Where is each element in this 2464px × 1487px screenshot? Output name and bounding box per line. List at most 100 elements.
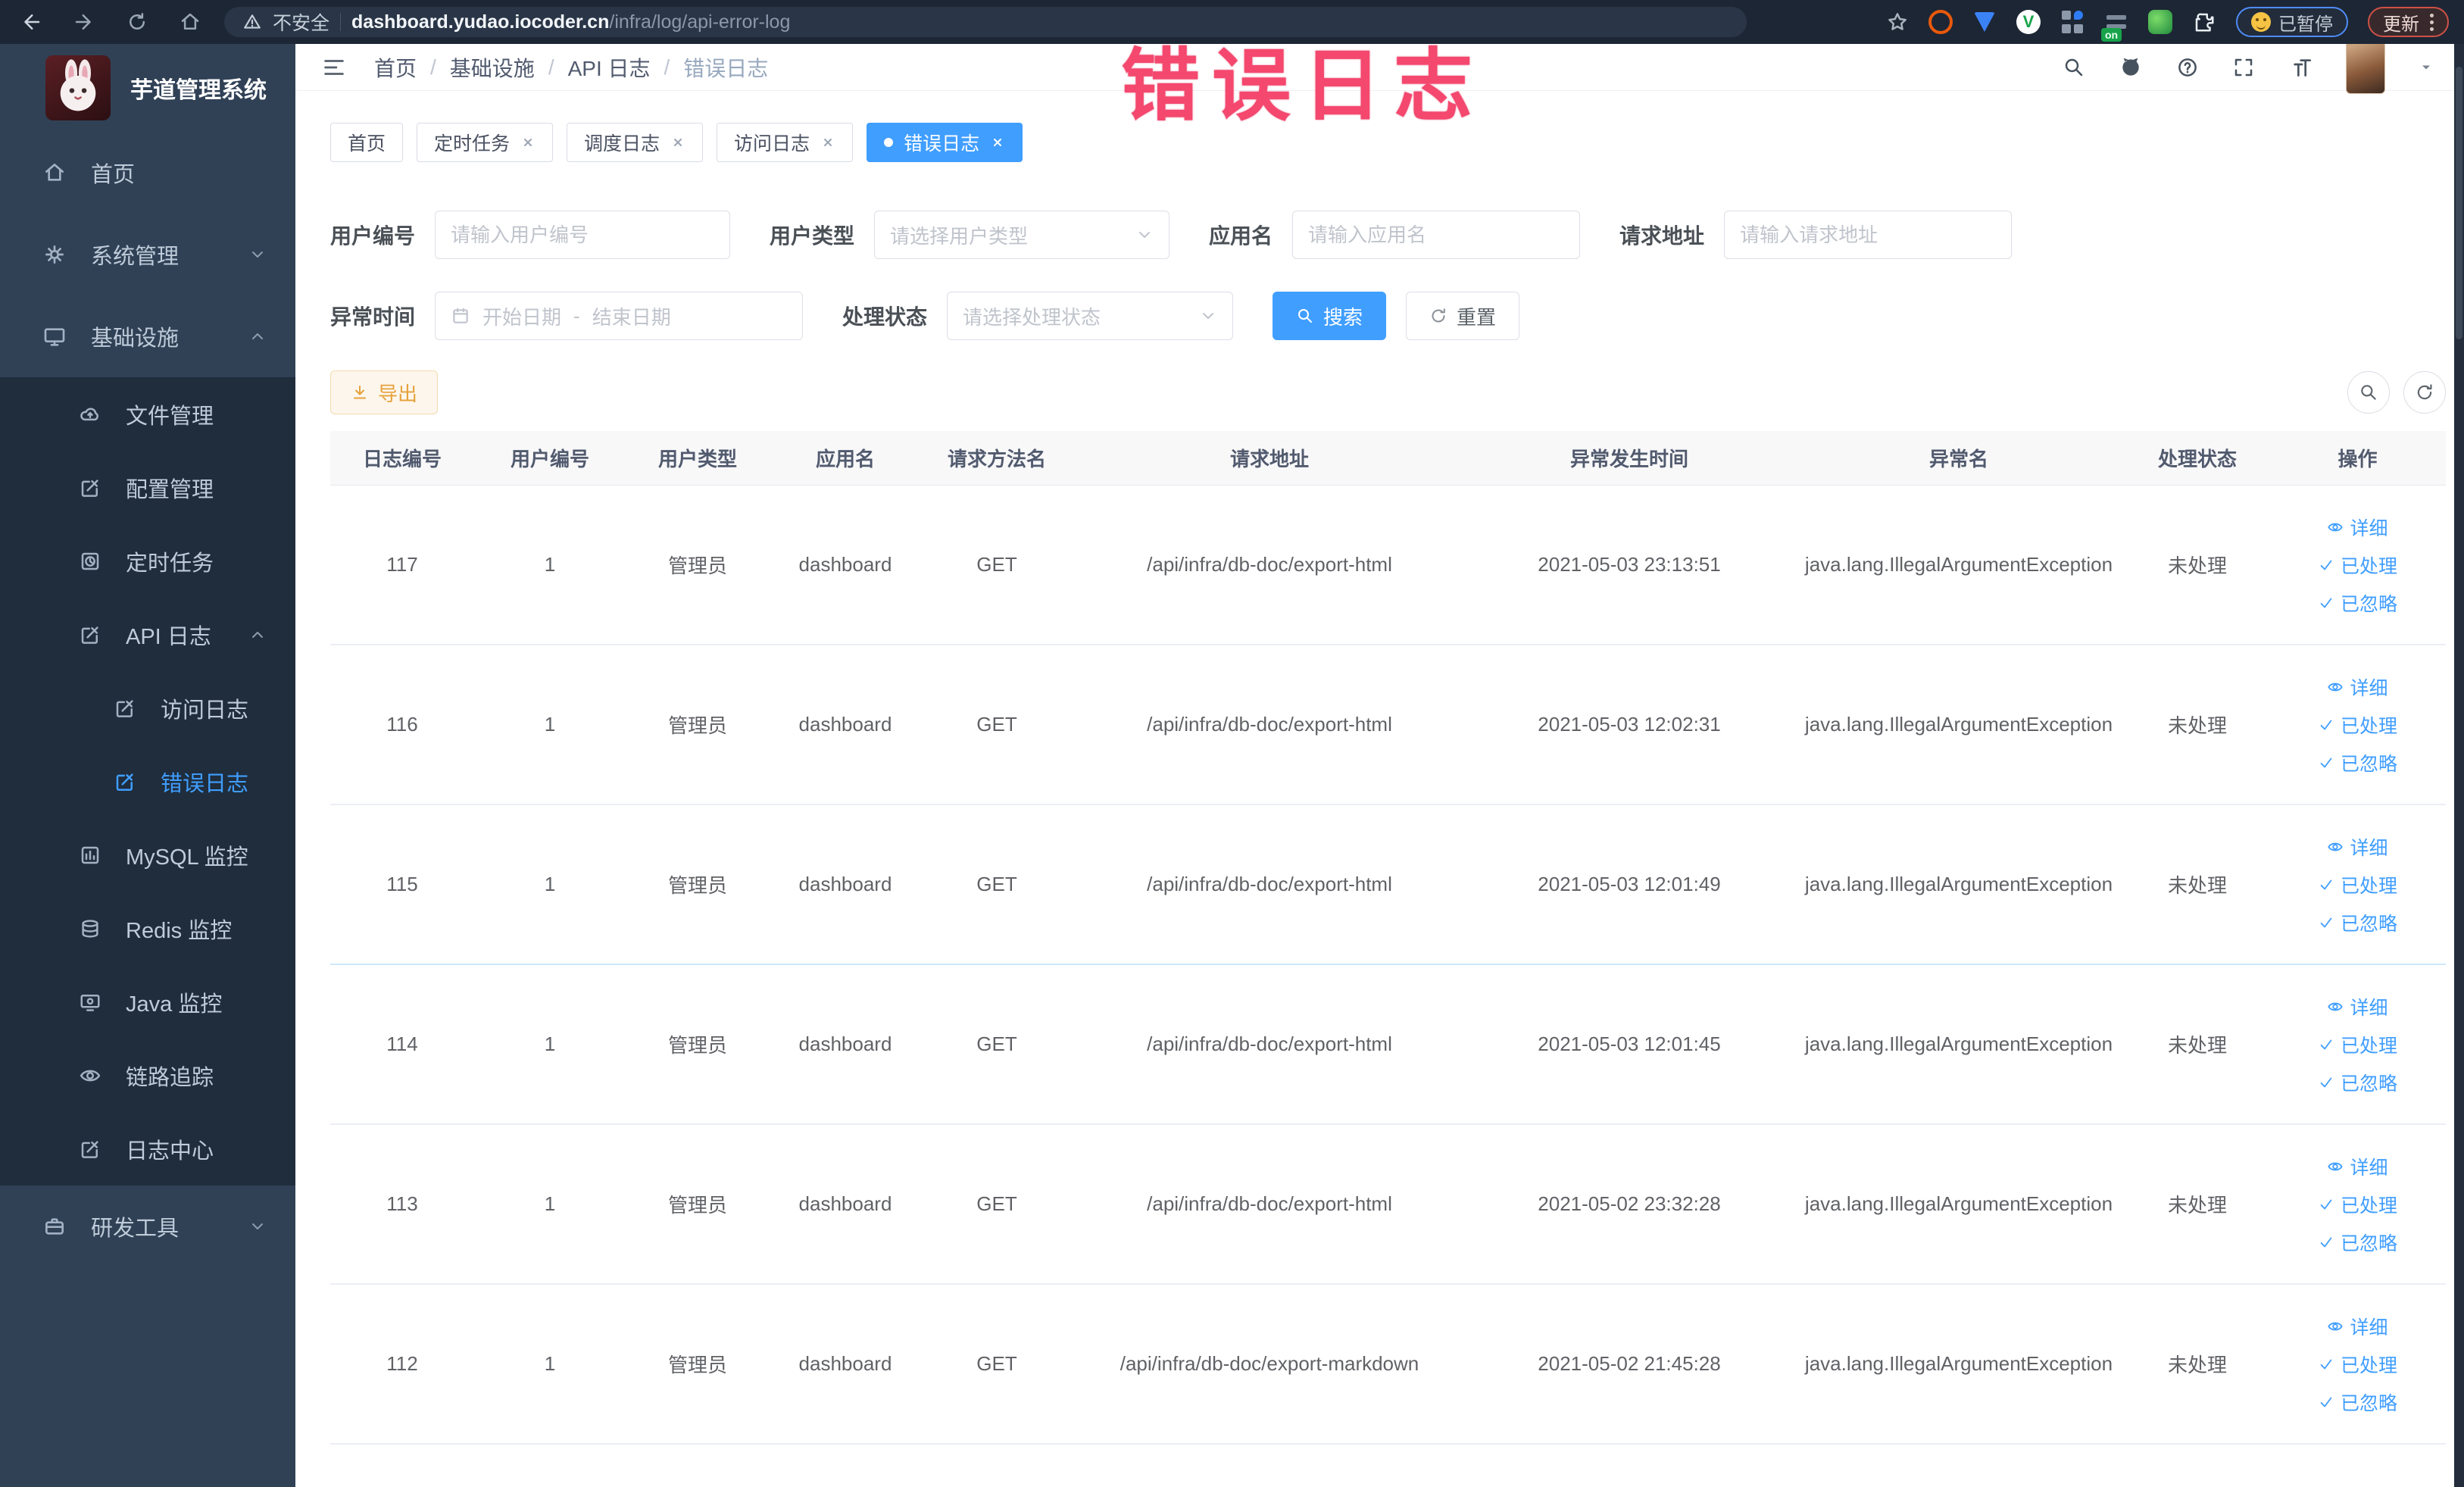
close-icon[interactable] [520, 135, 536, 150]
extension-icon-2[interactable] [1972, 10, 1997, 34]
sidebar-item-java[interactable]: Java 监控 [0, 965, 295, 1039]
user-avatar[interactable] [2346, 40, 2385, 94]
tab-home[interactable]: 首页 [330, 123, 404, 162]
font-size-icon[interactable] [2288, 55, 2313, 80]
mark-ignored-link[interactable]: 已忽略 [2318, 589, 2397, 617]
mark-ignored-link[interactable]: 已忽略 [2318, 1389, 2397, 1416]
reload-icon[interactable] [126, 11, 148, 33]
row-actions: 详细 已处理 已忽略 [2269, 993, 2446, 1096]
detail-link[interactable]: 详细 [2327, 514, 2388, 541]
paused-pill[interactable]: 已暂停 [2236, 7, 2348, 37]
tab-job[interactable]: 定时任务 [417, 123, 554, 162]
sidebar-item-error-log[interactable]: 错误日志 [0, 745, 295, 818]
user-caret-icon[interactable] [2419, 60, 2434, 75]
col-header: 日志编号 [362, 448, 442, 470]
sidebar-item-api-log[interactable]: API 日志 [0, 598, 295, 671]
request-url-input[interactable] [1724, 211, 2013, 259]
close-icon[interactable] [820, 135, 835, 150]
bookmark-star-icon[interactable] [1886, 11, 1909, 33]
back-icon[interactable] [20, 11, 42, 33]
search-icon[interactable] [2063, 56, 2085, 79]
mark-ignored-link[interactable]: 已忽略 [2318, 1229, 2397, 1256]
fullscreen-icon[interactable] [2232, 56, 2255, 79]
search-toggle-button[interactable] [2347, 371, 2390, 414]
detail-link[interactable]: 详细 [2327, 1153, 2388, 1180]
detail-link[interactable]: 详细 [2327, 673, 2388, 701]
forward-icon[interactable] [73, 11, 95, 33]
row-actions: 详细 已处理 已忽略 [2269, 1153, 2446, 1256]
user-id-cell: 1 [544, 1352, 556, 1375]
user-type-cell: 管理员 [667, 1194, 727, 1217]
mark-processed-link[interactable]: 已处理 [2318, 711, 2397, 739]
sidebar-item-job[interactable]: 定时任务 [0, 524, 295, 598]
mark-processed-link[interactable]: 已处理 [2318, 1351, 2397, 1378]
mark-processed-link[interactable]: 已处理 [2318, 871, 2397, 898]
mark-processed-link[interactable]: 已处理 [2318, 551, 2397, 579]
sidebar-item-infra[interactable]: 基础设施 [0, 295, 295, 377]
request-url-cell: /api/infra/db-doc/export-html [1147, 713, 1392, 736]
app-name-input[interactable] [1292, 211, 1581, 259]
table-row: 117 1 管理员 dashboard GET /api/infra/db-do… [330, 486, 2446, 645]
extension-icon-7[interactable] [2192, 10, 2216, 34]
address-bar[interactable]: 不安全 dashboard.yudao.iocoder.cn/infra/log… [224, 7, 1747, 37]
calendar-icon [451, 306, 470, 326]
kebab-menu-icon [2430, 13, 2434, 31]
tab-error-log[interactable]: 错误日志 [867, 123, 1023, 162]
sidebar-item-redis[interactable]: Redis 监控 [0, 892, 295, 965]
emoji-face-icon [2251, 12, 2271, 32]
sidebar-submenu-infra: 文件管理 配置管理 定时任务 API 日志 访问日志 错误日志 MySQL 监控… [0, 377, 295, 1186]
hamburger-icon[interactable] [321, 55, 347, 80]
mark-ignored-link[interactable]: 已忽略 [2318, 1069, 2397, 1096]
check-icon [2318, 1356, 2334, 1373]
user-id-input[interactable] [435, 211, 731, 259]
sidebar-item-access-log[interactable]: 访问日志 [0, 671, 295, 745]
exception-name-cell: java.lang.IllegalArgumentException [1804, 1192, 2113, 1215]
sidebar-item-log-center[interactable]: 日志中心 [0, 1112, 295, 1186]
extension-icon-3[interactable]: V [2016, 10, 2041, 34]
search-button[interactable]: 搜索 [1273, 292, 1387, 340]
mark-ignored-link[interactable]: 已忽略 [2318, 749, 2397, 776]
mark-processed-link[interactable]: 已处理 [2318, 1031, 2397, 1058]
detail-link[interactable]: 详细 [2327, 993, 2388, 1020]
sidebar-item-config[interactable]: 配置管理 [0, 451, 295, 524]
user-type-select[interactable]: 请选择用户类型 [874, 211, 1170, 259]
home-icon[interactable] [179, 11, 201, 33]
help-icon[interactable] [2176, 56, 2199, 79]
edit-icon [114, 770, 136, 793]
close-icon[interactable] [990, 135, 1005, 150]
export-button[interactable]: 导出 [330, 370, 439, 414]
chevron-up-icon [248, 327, 267, 345]
paused-label: 已暂停 [2278, 14, 2333, 35]
sidebar-item-trace[interactable]: 链路追踪 [0, 1039, 295, 1112]
mark-processed-link[interactable]: 已处理 [2318, 1191, 2397, 1218]
detail-link[interactable]: 详细 [2327, 1313, 2388, 1340]
app-name-cell: dashboard [798, 713, 892, 736]
date-range-picker[interactable]: 开始日期 - 结束日期 [435, 292, 804, 340]
col-header: 异常名 [1928, 448, 1988, 470]
row-actions: 详细 已处理 已忽略 [2269, 833, 2446, 936]
breadcrumb-item[interactable]: 基础设施 [450, 52, 535, 83]
extension-icon-1[interactable] [1928, 10, 1953, 34]
reset-button[interactable]: 重置 [1406, 292, 1520, 340]
refresh-table-button[interactable] [2403, 371, 2446, 414]
page-scrollbar[interactable] [2454, 44, 2464, 1487]
scrollbar-thumb[interactable] [2456, 67, 2462, 339]
sidebar-item-home[interactable]: 首页 [0, 132, 295, 214]
process-status-select[interactable]: 请选择处理状态 [947, 292, 1234, 340]
detail-link[interactable]: 详细 [2327, 833, 2388, 861]
browser-update-menu-button[interactable]: 更新 [2368, 7, 2449, 37]
extension-icon-6[interactable] [2148, 10, 2172, 34]
github-icon[interactable] [2119, 55, 2143, 80]
mark-ignored-link[interactable]: 已忽略 [2318, 909, 2397, 936]
extension-icon-4[interactable] [2060, 10, 2085, 34]
tab-job-log[interactable]: 调度日志 [567, 123, 704, 162]
sidebar-item-devtools[interactable]: 研发工具 [0, 1186, 295, 1267]
tab-access-log[interactable]: 访问日志 [717, 123, 854, 162]
close-icon[interactable] [670, 135, 685, 150]
sidebar-item-file[interactable]: 文件管理 [0, 377, 295, 451]
extension-icon-5[interactable]: on [2101, 10, 2128, 42]
breadcrumb-item[interactable]: 首页 [374, 52, 417, 83]
sidebar-item-mysql[interactable]: MySQL 监控 [0, 818, 295, 892]
sidebar-item-system[interactable]: 系统管理 [0, 214, 295, 295]
breadcrumb-item[interactable]: API 日志 [568, 52, 651, 83]
